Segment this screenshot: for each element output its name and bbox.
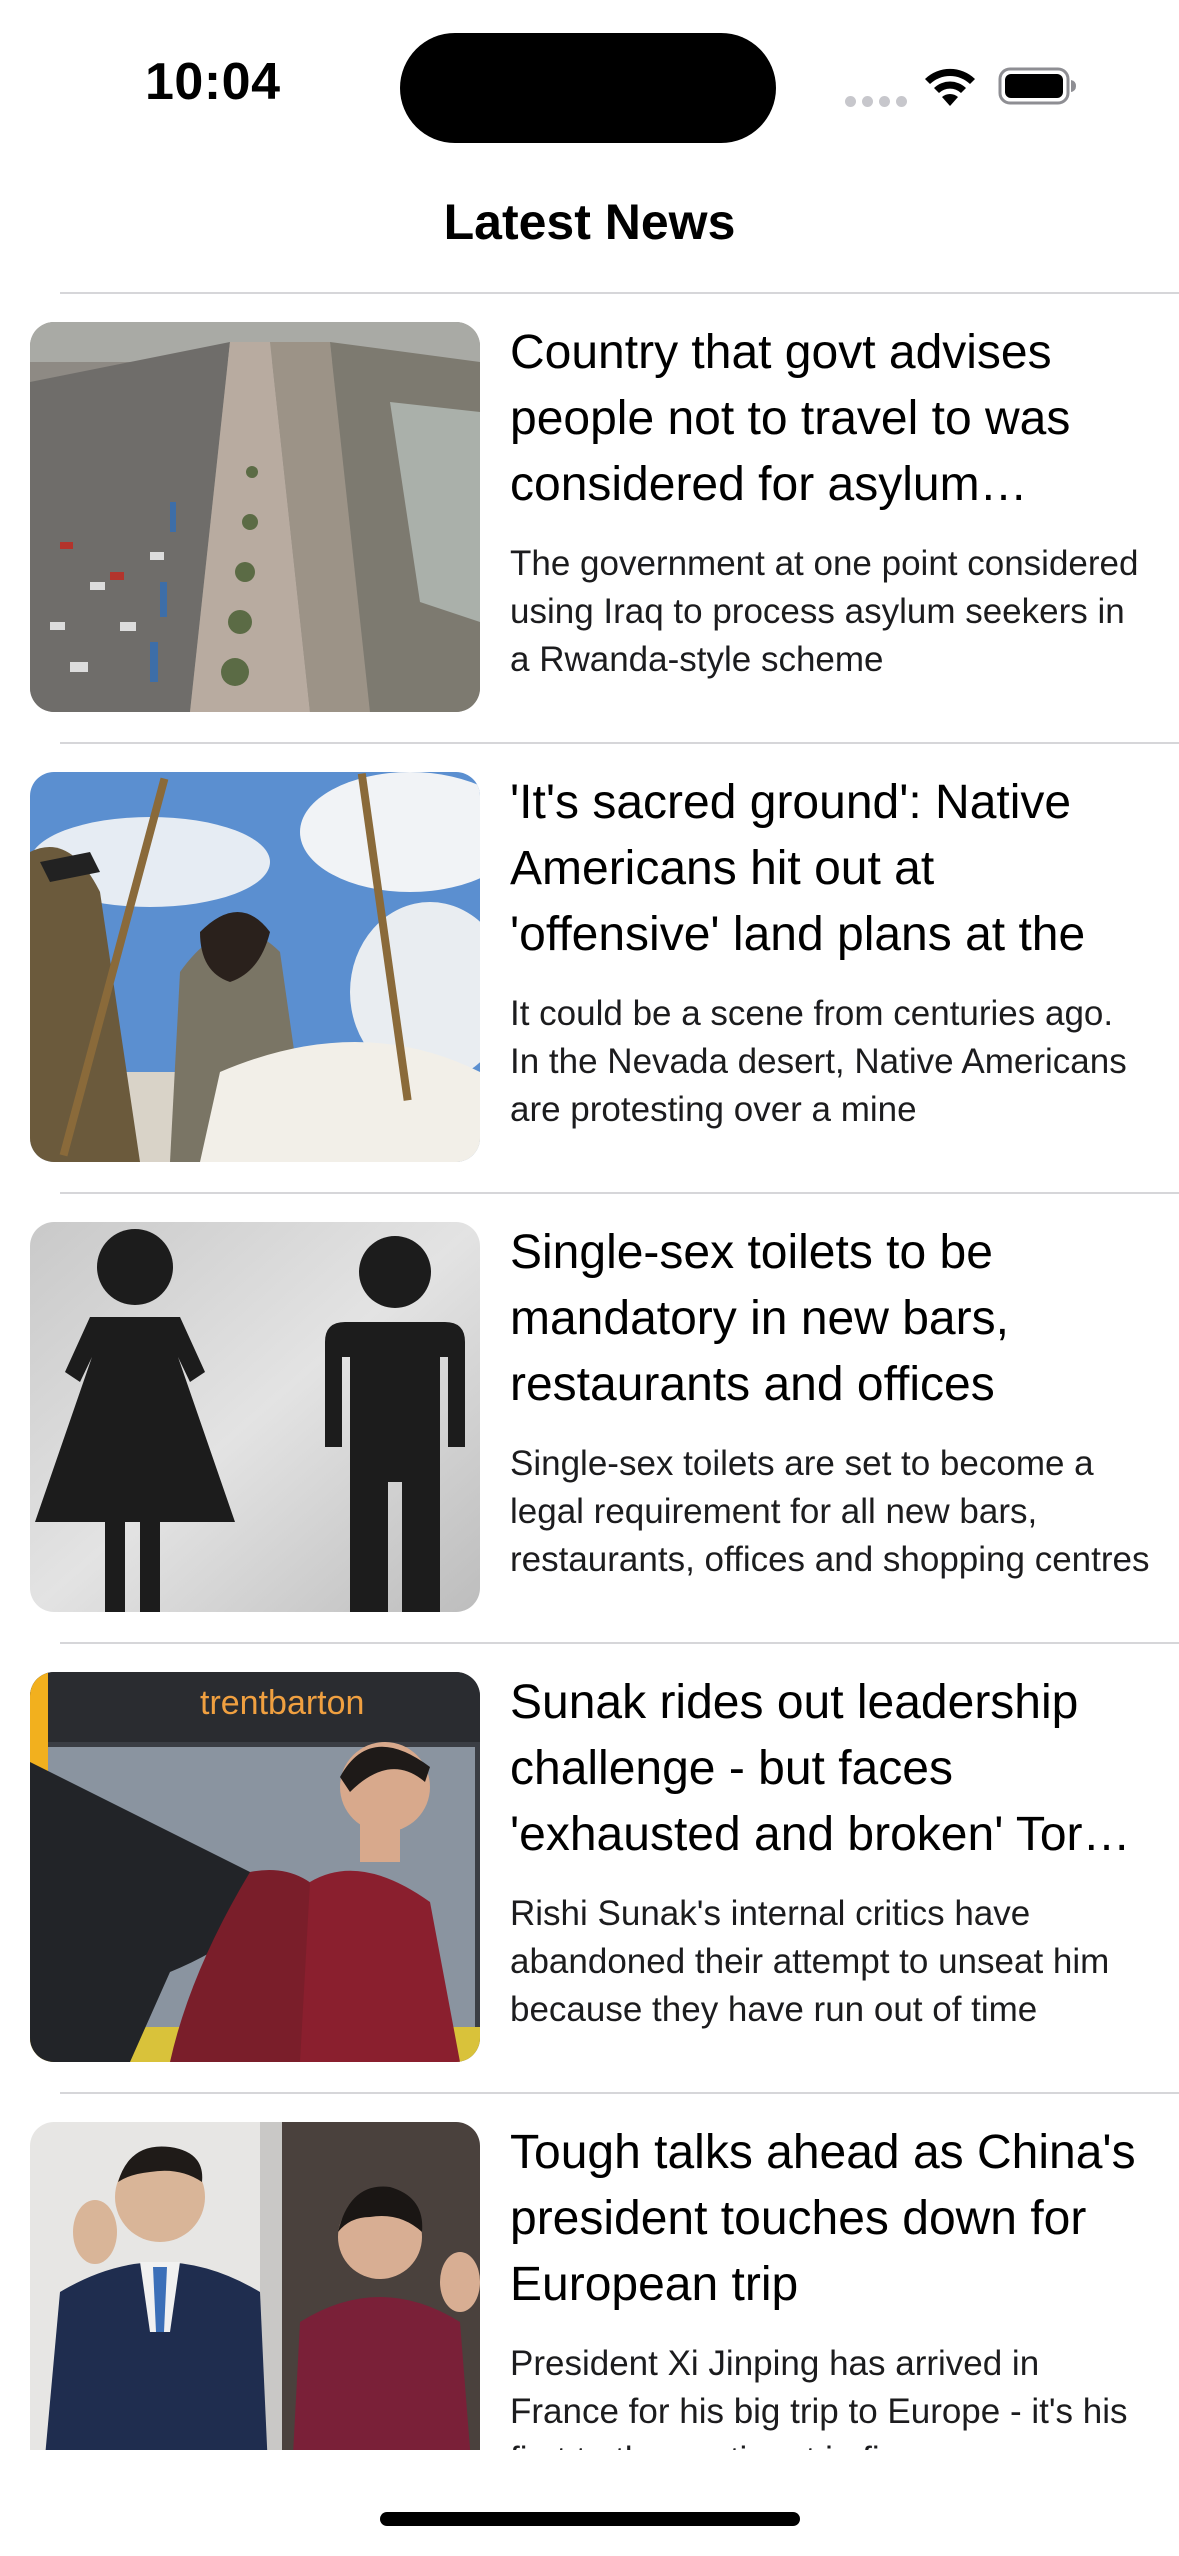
article-title: Single-sex toilets to be mandatory in ne…: [510, 1226, 1009, 1411]
article-title: Country that govt advises people not to …: [510, 326, 1071, 511]
news-list-item[interactable]: Country that govt advises people not to …: [0, 292, 1179, 742]
article-summary: The government at one point considered u…: [510, 544, 1139, 679]
row-separator: [60, 1192, 1179, 1194]
svg-text:trentbarton: trentbarton: [200, 1684, 364, 1722]
horseback-protesters-photo: [30, 772, 480, 1162]
row-separator: [60, 292, 1179, 294]
article-summary: President Xi Jinping has arrived in Fran…: [510, 2344, 1128, 2450]
article-summary: It could be a scene from centuries ago. …: [510, 994, 1127, 1129]
article-summary: Rishi Sunak's internal critics have aban…: [510, 1894, 1110, 2029]
row-separator: [60, 2092, 1179, 2094]
article-title: Tough talks ahead as China's president t…: [510, 2126, 1136, 2311]
news-list-item[interactable]: trentbarton Sunak rides out leadership c…: [0, 1642, 1179, 2092]
status-bar: 10:04: [0, 0, 1179, 170]
article-title: 'It's sacred ground': Native Americans h…: [510, 776, 1086, 961]
waving-couple-photo: [30, 2122, 480, 2450]
news-list-item[interactable]: Tough talks ahead as China's president t…: [0, 2092, 1179, 2450]
aerial-street-photo: [30, 322, 480, 712]
article-summary: Single-sex toilets are set to become a l…: [510, 1444, 1150, 1579]
toilet-sign-photo: [30, 1222, 480, 1612]
dynamic-island: [400, 33, 776, 143]
page-title: Latest News: [443, 194, 736, 250]
row-separator: [60, 742, 1179, 744]
row-separator: [60, 1642, 1179, 1644]
bus-jacket-photo: trentbarton: [30, 1672, 480, 2062]
status-time: 10:04: [145, 53, 281, 111]
home-indicator[interactable]: [380, 2512, 800, 2526]
cellular-signal-icon: [845, 96, 907, 107]
news-list[interactable]: Country that govt advises people not to …: [0, 292, 1179, 2450]
article-title: Sunak rides out leadership challenge - b…: [510, 1676, 1107, 1861]
battery-icon: [998, 67, 1076, 105]
news-list-item[interactable]: 'It's sacred ground': Native Americans h…: [0, 742, 1179, 1192]
news-list-item[interactable]: Single-sex toilets to be mandatory in ne…: [0, 1192, 1179, 1642]
wifi-icon: [925, 68, 975, 106]
